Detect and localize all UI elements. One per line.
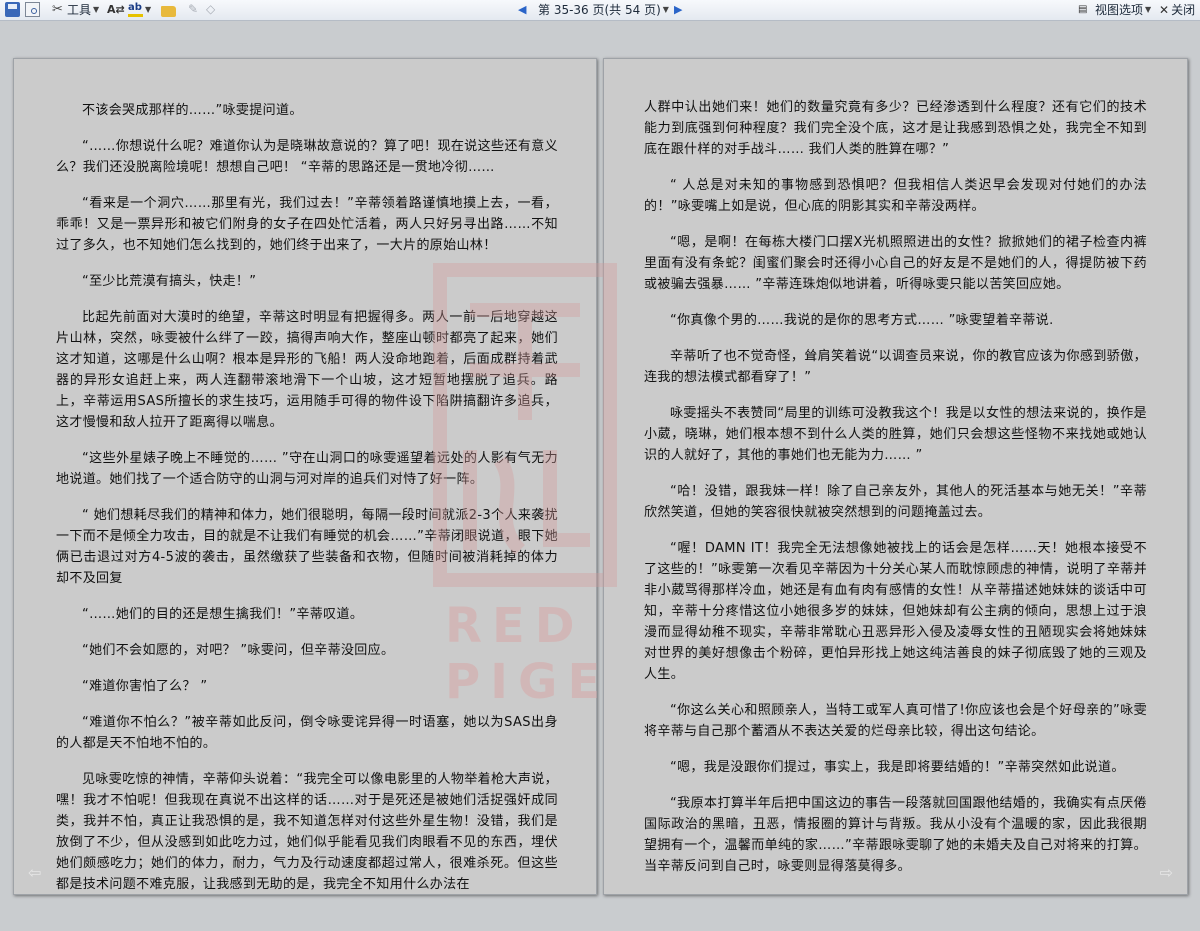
page-info-text: 第 35-36 页(共 54 页) — [538, 3, 661, 17]
right-page-text: 人群中认出她们来！她们的数量究竟有多少？已经渗透到什么程度？还有它们的技术能力到… — [644, 97, 1147, 892]
tools-label: 工具 — [67, 3, 92, 17]
page-indicator: 第 35-36 页(共 54 页) ▼ — [538, 1, 669, 18]
print-preview-icon — [25, 2, 40, 17]
left-page-text: 不该会哭成那样的……”咏雯提问道。 “……你想说什么呢？难道你认为是晓琳故意说的？… — [56, 100, 558, 894]
right-page: 人群中认出她们来！她们的数量究竟有多少？已经渗透到什么程度？还有它们的技术能力到… — [603, 58, 1188, 895]
paragraph: “ 她们想耗尽我们的精神和体力，她们很聪明，每隔一段时间就派2-3个人来袭扰一下… — [56, 508, 558, 586]
paragraph: “ 人总是对未知的事物感到恐惧吧？但我相信人类迟早会发现对付她们的办法的！”咏雯… — [644, 178, 1147, 214]
paragraph: “……你想说什么呢？难道你认为是晓琳故意说的？算了吧！现在说这些还有意义么？我们… — [56, 139, 558, 175]
view-options-button[interactable]: ▤ 视图选项 ▼ — [1078, 1, 1151, 18]
paragraph: “哈！没错，跟我妹一样！除了自己亲友外，其他人的死活基本与她无关！”辛蒂欣然笑道… — [644, 484, 1147, 520]
previous-page-arrow-icon[interactable]: ⇦ — [28, 863, 41, 882]
paragraph-continuation: 人群中认出她们来！她们的数量究竟有多少？已经渗透到什么程度？还有它们的技术能力到… — [644, 100, 1147, 157]
close-icon: ✕ — [1159, 2, 1170, 17]
paragraph: “这些外星婊子晚上不睡觉的…… ”守在山洞口的咏雯遥望着远处的人影有气无力地说道… — [56, 451, 558, 487]
next-page-arrow-icon[interactable]: ⇨ — [1160, 863, 1173, 882]
paragraph: “我原本打算半年后把中国这边的事告一段落就回国跟他结婚的，我确实有点厌倦国际政治… — [644, 796, 1147, 874]
view-options-label: 视图选项 — [1095, 3, 1144, 17]
arrow-left-icon: ◀ — [518, 3, 527, 16]
save-icon — [5, 2, 20, 17]
paragraph: “嗯，我是没跟你们提过，事实上，我是即将要结婚的！”辛蒂突然如此说道。 — [670, 760, 1125, 775]
save-button[interactable] — [5, 1, 20, 18]
pencil-icon: ✎ — [188, 2, 199, 16]
chevron-down-icon: ▼ — [1145, 5, 1152, 14]
paragraph: “至少比荒漠有搞头，快走！” — [82, 274, 257, 289]
paragraph: “难道你不怕么？”被辛蒂如此反问，倒令咏雯诧异得一时语塞，她以为SAS出身的人都… — [56, 715, 558, 751]
highlight-icon: ◇ — [206, 2, 216, 16]
watermark-text: RED PIGE — [445, 598, 611, 710]
paragraph: 咏雯摇头不表赞同“局里的训练可没教我这个！我是以女性的想法来说的，换作是小葳，晓… — [644, 406, 1147, 463]
find-button[interactable]: A⇄ — [107, 1, 125, 18]
tools-icon: ✂ — [52, 2, 63, 17]
spelling-button[interactable]: ab ▼ — [128, 1, 151, 18]
paragraph: “看来是一个洞穴……那里有光，我们过去！”辛蒂领着路谨慎地摸上去，一看，乖乖！又… — [56, 196, 558, 253]
paragraph: 比起先前面对大漠时的绝望，辛蒂这时明显有把握得多。两人一前一后地穿越这片山林，突… — [56, 310, 558, 430]
left-page: 不该会哭成那样的……”咏雯提问道。 “……你想说什么呢？难道你认为是晓琳故意说的？… — [13, 58, 597, 895]
close-label: 关闭 — [1171, 3, 1196, 17]
paragraph: 不该会哭成那样的……”咏雯提问道。 — [82, 103, 303, 118]
close-button[interactable]: ✕ 关闭 — [1159, 1, 1195, 18]
previous-page-button[interactable]: ◀ — [518, 1, 526, 18]
chevron-down-icon[interactable]: ▼ — [663, 5, 669, 14]
paragraph: “你真像个男的……我说的是你的思考方式…… ”咏雯望着辛蒂说. — [670, 313, 1054, 328]
paragraph: 见咏雯吃惊的神情，辛蒂仰头说着：“我完全可以像电影里的人物举着枪大声说，嘿！我才… — [56, 772, 558, 892]
paragraph: 辛蒂听了也不觉奇怪，耸肩笑着说“以调查员来说，你的教官应该为你感到骄傲，连我的想… — [644, 349, 1147, 385]
arrow-right-icon: ▶ — [674, 3, 683, 16]
find-icon: A⇄ — [107, 3, 125, 16]
reader-toolbar: ✂ 工具 ▼ A⇄ ab ▼ ✎ ◇ ◀ 第 35-36 页(共 54 页) ▼… — [0, 0, 1200, 21]
view-options-icon: ▤ — [1078, 4, 1088, 15]
chevron-down-icon: ▼ — [145, 5, 152, 14]
edit-button[interactable]: ✎ — [188, 1, 203, 18]
open-folder-button[interactable] — [161, 1, 176, 18]
folder-icon — [161, 5, 176, 17]
paragraph: “嗯，是啊！在每栋大楼门口摆X光机照照进出的女性？掀掀她们的裙子检查内裤里面有没… — [644, 235, 1147, 292]
spelling-icon: ab — [128, 2, 143, 17]
next-page-button[interactable]: ▶ — [674, 1, 682, 18]
tools-menu-button[interactable]: ✂ 工具 ▼ — [50, 1, 99, 18]
highlight-button[interactable]: ◇ — [206, 1, 221, 18]
print-preview-button[interactable] — [25, 1, 40, 18]
chevron-down-icon: ▼ — [93, 5, 100, 14]
